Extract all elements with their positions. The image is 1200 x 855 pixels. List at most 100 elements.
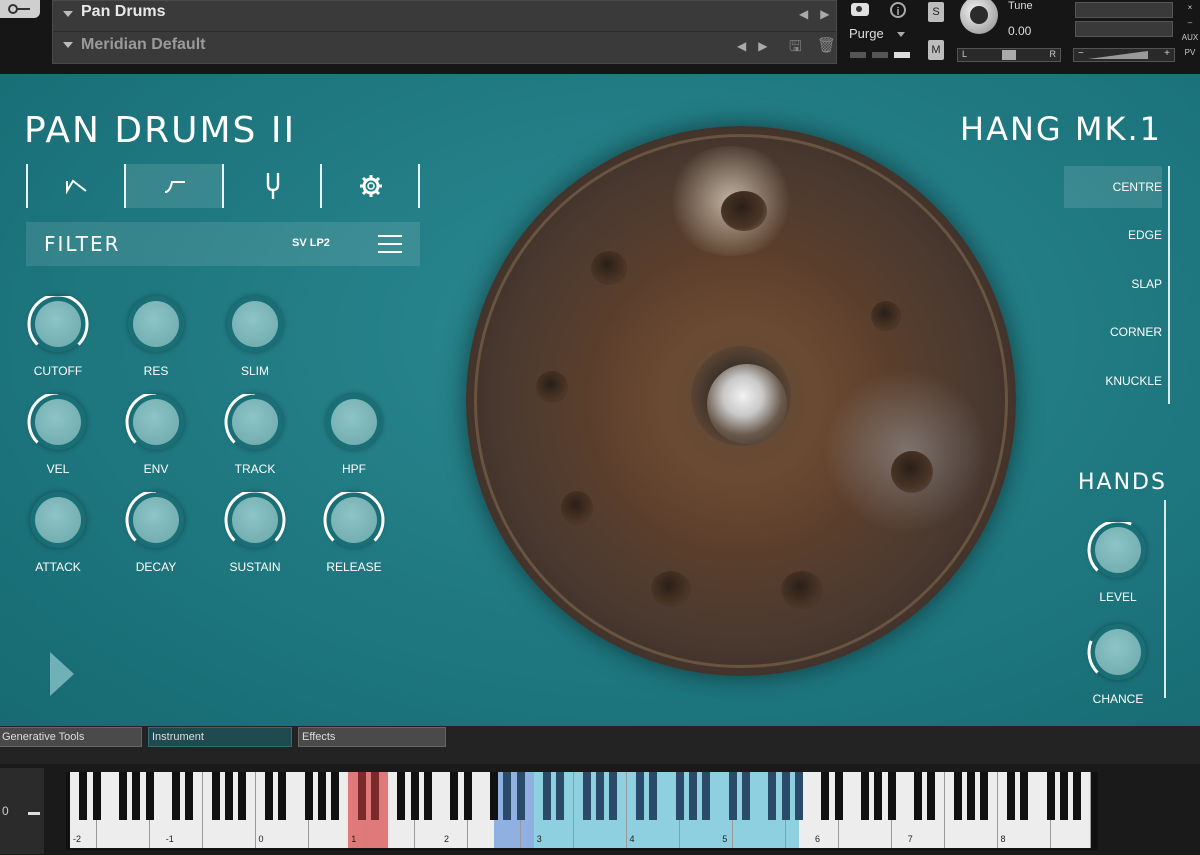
chevron-down-icon[interactable] bbox=[63, 11, 73, 17]
piano-black-key[interactable] bbox=[423, 772, 432, 820]
piano-keyboard[interactable]: -2 -1 0 1 2 3 4 5 6 7 8 bbox=[66, 772, 1098, 850]
articulation-edge[interactable]: EDGE bbox=[1064, 214, 1162, 256]
cutoff-knob[interactable]: CUTOFF bbox=[13, 296, 103, 386]
level-knob[interactable]: LEVEL bbox=[1073, 522, 1163, 612]
piano-black-key[interactable] bbox=[119, 772, 127, 820]
piano-black-key[interactable] bbox=[914, 772, 922, 820]
piano-black-key[interactable] bbox=[675, 772, 684, 820]
tab-generative-tools[interactable]: Generative Tools bbox=[0, 727, 142, 747]
purge-menu[interactable]: Purge bbox=[849, 26, 884, 41]
piano-black-key[interactable] bbox=[304, 772, 313, 820]
piano-black-key[interactable] bbox=[834, 772, 843, 820]
piano-black-key[interactable] bbox=[1020, 772, 1028, 820]
prev-next-snapshot-icon[interactable]: ◀▶ bbox=[737, 39, 779, 53]
tab-instrument[interactable]: Instrument bbox=[148, 727, 292, 747]
tab-effects[interactable]: Effects bbox=[298, 727, 446, 747]
solo-button[interactable]: S bbox=[928, 2, 944, 22]
piano-black-key[interactable] bbox=[1059, 772, 1068, 820]
aux-label[interactable]: AUX bbox=[1180, 30, 1200, 45]
volume-slider[interactable]: − + bbox=[1073, 48, 1175, 62]
tab-filter[interactable] bbox=[124, 164, 222, 208]
attack-knob[interactable]: ATTACK bbox=[13, 492, 103, 582]
piano-black-key[interactable] bbox=[543, 772, 551, 820]
piano-black-key[interactable] bbox=[172, 772, 180, 820]
piano-black-key[interactable] bbox=[132, 772, 141, 820]
menu-icon[interactable] bbox=[378, 235, 402, 253]
piano-black-key[interactable] bbox=[397, 772, 406, 820]
piano-black-key[interactable] bbox=[1073, 772, 1081, 820]
piano-black-key[interactable] bbox=[927, 772, 936, 820]
piano-black-key[interactable] bbox=[185, 772, 194, 820]
articulation-slap[interactable]: SLAP bbox=[1064, 263, 1162, 305]
piano-black-key[interactable] bbox=[370, 772, 379, 820]
piano-black-key[interactable] bbox=[225, 772, 233, 820]
piano-black-key[interactable] bbox=[317, 772, 326, 820]
piano-black-key[interactable] bbox=[264, 772, 273, 820]
piano-black-key[interactable] bbox=[953, 772, 962, 820]
piano-black-key[interactable] bbox=[450, 772, 459, 820]
snapshot-row[interactable]: Meridian Default ◀▶ 🖫 🗑 bbox=[53, 31, 836, 61]
tab-settings[interactable] bbox=[320, 164, 418, 208]
filter-type[interactable]: SV LP2 bbox=[292, 237, 330, 249]
piano-black-key[interactable] bbox=[980, 772, 989, 820]
chevron-down-icon[interactable] bbox=[63, 42, 73, 48]
piano-black-key[interactable] bbox=[582, 772, 591, 820]
pan-slider[interactable]: L R bbox=[957, 48, 1061, 62]
piano-black-key[interactable] bbox=[331, 772, 339, 820]
articulation-corner[interactable]: CORNER bbox=[1064, 311, 1162, 353]
res-knob[interactable]: RES bbox=[111, 296, 201, 386]
piano-black-key[interactable] bbox=[635, 772, 644, 820]
piano-black-key[interactable] bbox=[728, 772, 737, 820]
articulation-knuckle[interactable]: KNUCKLE bbox=[1064, 360, 1162, 402]
piano-black-key[interactable] bbox=[1006, 772, 1015, 820]
sustain-knob[interactable]: SUSTAIN bbox=[210, 492, 300, 582]
piano-black-key[interactable] bbox=[861, 772, 869, 820]
decay-knob[interactable]: DECAY bbox=[111, 492, 201, 582]
pitch-wheel-icon[interactable] bbox=[28, 812, 40, 815]
piano-black-key[interactable] bbox=[79, 772, 88, 820]
info-icon[interactable]: i bbox=[890, 2, 906, 18]
piano-black-key[interactable] bbox=[238, 772, 247, 820]
pan-handle[interactable] bbox=[1002, 50, 1016, 60]
pv-label[interactable]: PV bbox=[1180, 45, 1200, 60]
piano-black-key[interactable] bbox=[503, 772, 512, 820]
mute-button[interactable]: M bbox=[928, 40, 944, 60]
tab-tuning[interactable] bbox=[222, 164, 320, 208]
piano-black-key[interactable] bbox=[794, 772, 803, 820]
articulation-centre[interactable]: CENTRE bbox=[1064, 166, 1162, 208]
piano-black-key[interactable] bbox=[463, 772, 472, 820]
release-knob[interactable]: RELEASE bbox=[309, 492, 399, 582]
chevron-down-icon[interactable] bbox=[897, 32, 905, 37]
drum-center-note[interactable] bbox=[707, 364, 787, 444]
chance-knob[interactable]: CHANCE bbox=[1073, 624, 1163, 714]
piano-black-key[interactable] bbox=[887, 772, 896, 820]
hang-drum-image[interactable] bbox=[466, 126, 1016, 676]
prev-next-instrument-icon[interactable]: ◀▶ bbox=[799, 7, 841, 21]
piano-black-key[interactable] bbox=[556, 772, 565, 820]
save-snapshot-icon[interactable]: 🖫 bbox=[789, 36, 802, 61]
track-knob[interactable]: TRACK bbox=[210, 394, 300, 484]
piano-black-key[interactable] bbox=[357, 772, 366, 820]
wrench-icon[interactable] bbox=[0, 0, 40, 18]
piano-black-key[interactable] bbox=[145, 772, 154, 820]
env-knob[interactable]: ENV bbox=[111, 394, 201, 484]
play-arrow-icon[interactable] bbox=[50, 652, 74, 696]
piano-black-key[interactable] bbox=[702, 772, 710, 820]
piano-black-key[interactable] bbox=[768, 772, 777, 820]
piano-black-key[interactable] bbox=[490, 772, 498, 820]
piano-black-key[interactable] bbox=[781, 772, 790, 820]
vel-knob[interactable]: VEL bbox=[13, 394, 103, 484]
piano-black-key[interactable] bbox=[596, 772, 604, 820]
piano-black-key[interactable] bbox=[741, 772, 750, 820]
piano-black-key[interactable] bbox=[410, 772, 419, 820]
piano-black-key[interactable] bbox=[688, 772, 697, 820]
tune-knob[interactable] bbox=[958, 0, 998, 36]
piano-black-key[interactable] bbox=[874, 772, 883, 820]
slim-knob[interactable]: SLIM bbox=[210, 296, 300, 386]
piano-black-key[interactable] bbox=[609, 772, 618, 820]
hpf-knob[interactable]: HPF bbox=[309, 394, 399, 484]
camera-icon[interactable] bbox=[851, 3, 869, 16]
piano-black-key[interactable] bbox=[516, 772, 525, 820]
piano-black-key[interactable] bbox=[92, 772, 101, 820]
piano-black-key[interactable] bbox=[967, 772, 975, 820]
